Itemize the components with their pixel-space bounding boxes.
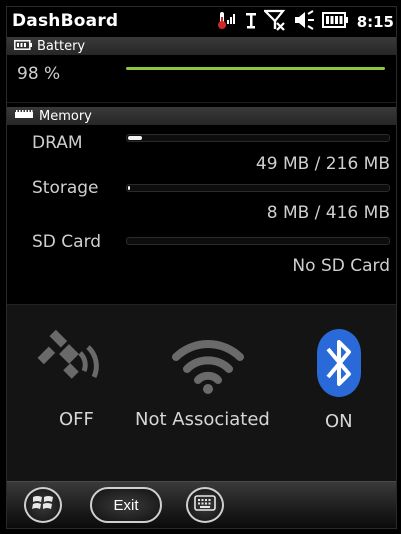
memory-header-label: Memory (39, 108, 92, 124)
section-divider (7, 102, 396, 103)
bluetooth-status-label: ON (325, 411, 353, 432)
satellite-icon[interactable] (34, 327, 104, 393)
clock-time: 8:15 (356, 13, 394, 31)
speaker-icon (293, 10, 315, 34)
storage-usage-value: 8 MB / 416 MB (266, 203, 390, 223)
sd-card-label: SD Card (32, 232, 102, 252)
windows-start-button[interactable] (24, 487, 62, 523)
sd-card-usage-bar (126, 237, 390, 245)
battery-header-label: Battery (37, 38, 86, 54)
exit-button[interactable]: Exit (90, 487, 162, 523)
keyboard-icon (194, 495, 216, 515)
dram-label: DRAM (32, 133, 83, 153)
storage-label: Storage (32, 178, 99, 198)
thermometer-signal-icon (216, 10, 238, 34)
sd-card-status-value: No SD Card (292, 256, 390, 276)
connectivity-panel: OFF Not Associated ON (7, 304, 396, 485)
battery-section-header: Battery (7, 37, 396, 55)
gps-status-label: OFF (59, 409, 94, 430)
wifi-status-label: Not Associated (135, 409, 270, 430)
storage-usage-fill (128, 186, 130, 190)
taskbar: Exit (7, 481, 396, 528)
signal-antenna-icon (245, 10, 257, 34)
battery-small-icon (14, 39, 32, 54)
memory-chip-icon (14, 109, 34, 124)
title-bar: DashBoard 8:15 (7, 7, 396, 37)
battery-level-bar (126, 65, 390, 73)
battery-level-text: 98 % (17, 64, 61, 84)
storage-usage-bar (126, 184, 390, 192)
windows-start-icon (32, 493, 54, 517)
wifi-icon[interactable] (172, 335, 244, 399)
dram-usage-value: 49 MB / 216 MB (255, 154, 390, 174)
dram-usage-bar (126, 134, 390, 142)
bluetooth-icon[interactable] (316, 328, 362, 402)
keyboard-button[interactable] (186, 487, 224, 523)
no-data-icon (262, 9, 286, 35)
device-screen: DashBoard 8:15 Battery 98 % Memory DRAM … (6, 6, 397, 529)
battery-level-fill (126, 67, 385, 70)
status-bar: 8:15 (216, 9, 394, 35)
app-title: DashBoard (12, 11, 119, 31)
dram-usage-fill (128, 136, 142, 140)
memory-section-header: Memory (7, 107, 396, 125)
battery-icon (321, 11, 348, 33)
